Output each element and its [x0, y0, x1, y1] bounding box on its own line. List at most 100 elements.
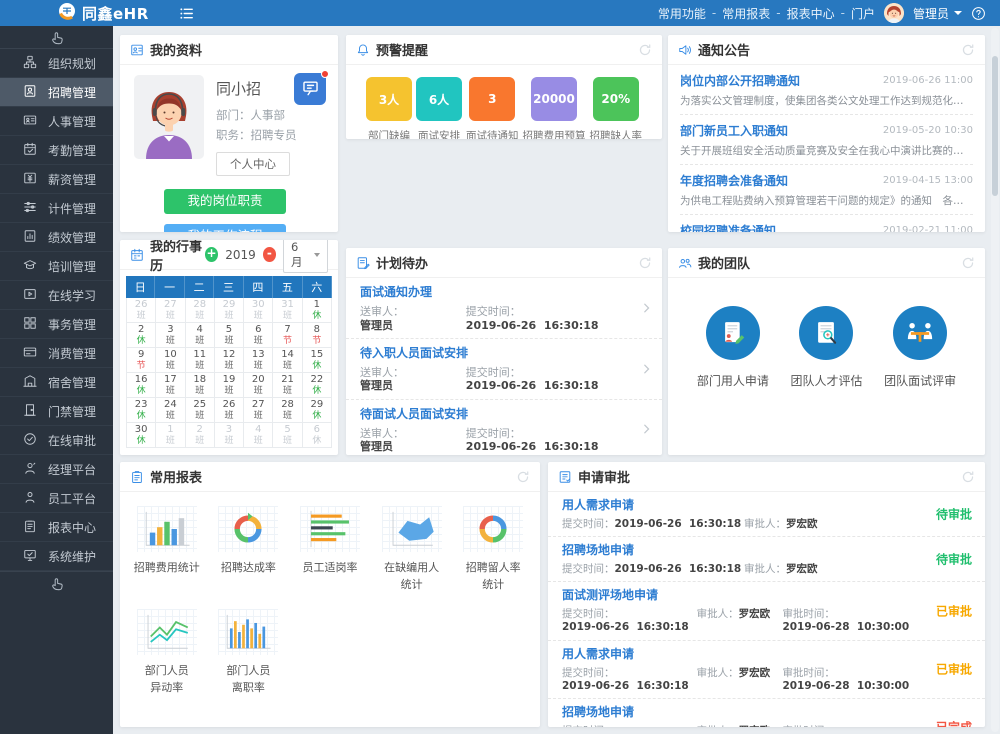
sidebar-item[interactable]: 薪资管理: [0, 165, 113, 194]
approval-item[interactable]: 用人需求申请 提交时间：2019-06-26 16:30:18 审批人：罗宏欧 …: [548, 641, 985, 699]
approval-title[interactable]: 用人需求申请: [562, 498, 634, 513]
calendar-day-cell[interactable]: 13 班: [244, 348, 273, 373]
calendar-day-cell[interactable]: 11 班: [186, 348, 215, 373]
hand-pointer-icon[interactable]: [0, 571, 113, 594]
help-button[interactable]: [971, 6, 986, 21]
sidebar-item[interactable]: 考勤管理: [0, 136, 113, 165]
notice-title[interactable]: 年度招聘会准备通知: [680, 172, 788, 189]
report-area-chart-icon[interactable]: [382, 506, 442, 552]
notice-title[interactable]: 岗位内部公开招聘通知: [680, 72, 800, 89]
approval-item[interactable]: 招聘场地申请 提交时间：2019-06-26 16:30:18 审批人：罗宏欧 …: [548, 699, 985, 727]
user-menu[interactable]: 管理员: [913, 5, 962, 22]
notice-title[interactable]: 部门新员工入职通知: [680, 122, 788, 139]
sidebar-item[interactable]: 培训管理: [0, 252, 113, 281]
staff-request-icon[interactable]: [706, 306, 760, 360]
approval-status-badge[interactable]: 待审批: [936, 551, 972, 568]
calendar-day-cell[interactable]: 1 班: [156, 423, 185, 448]
report-donut-chart-icon[interactable]: [463, 506, 523, 552]
report-bar-chart-icon[interactable]: [137, 506, 197, 552]
todo-item[interactable]: 待面试人员面试安排 送审人：管理员 提交时间：2019-06-26 16:30:…: [346, 400, 662, 455]
talent-evaluation-icon[interactable]: [799, 306, 853, 360]
alert-tile[interactable]: 6人 面试安排: [416, 77, 462, 139]
calendar-day-cell[interactable]: 5 班: [215, 323, 244, 348]
calendar-day-cell[interactable]: 17 班: [156, 373, 185, 398]
approval-status-badge[interactable]: 已审批: [936, 602, 972, 619]
calendar-add-button[interactable]: +: [205, 247, 218, 262]
calendar-day-cell[interactable]: 4 班: [186, 323, 215, 348]
approval-status-badge[interactable]: 待审批: [936, 506, 972, 523]
calendar-day-cell[interactable]: 26 班: [127, 298, 156, 323]
refresh-icon[interactable]: [638, 256, 652, 270]
calendar-subtract-button[interactable]: -: [263, 247, 276, 262]
approval-status-badge[interactable]: 已完成: [936, 719, 972, 727]
calendar-day-cell[interactable]: 26 班: [215, 398, 244, 423]
calendar-day-cell[interactable]: 2 休: [127, 323, 156, 348]
calendar-day-cell[interactable]: 8 节: [303, 323, 332, 348]
topbar-nav-item[interactable]: 门户: [851, 5, 875, 22]
approval-status-badge[interactable]: 已审批: [936, 661, 972, 678]
report-line-chart-icon[interactable]: [137, 609, 197, 655]
my-duties-button[interactable]: 我的岗位职责: [164, 189, 286, 214]
refresh-icon[interactable]: [961, 256, 975, 270]
alert-tile-value[interactable]: 3: [469, 77, 515, 121]
sidebar-item[interactable]: 消费管理: [0, 339, 113, 368]
sidebar-item[interactable]: 员工平台: [0, 484, 113, 513]
alert-tile[interactable]: 3人 部门缺编: [366, 77, 412, 139]
alert-tile-value[interactable]: 20000: [531, 77, 577, 121]
calendar-day-cell[interactable]: 10 班: [156, 348, 185, 373]
sidebar-item[interactable]: 招聘管理: [0, 78, 113, 107]
interview-review-icon[interactable]: [893, 306, 947, 360]
team-shortcut[interactable]: 团队人才评估: [790, 306, 862, 389]
personal-center-button[interactable]: 个人中心: [216, 152, 290, 176]
alert-tile-value[interactable]: 6人: [416, 77, 462, 121]
alert-tile[interactable]: 20% 招聘缺人率: [590, 77, 643, 139]
sidebar-item[interactable]: 计件管理: [0, 194, 113, 223]
report-shortcut[interactable]: 招聘费用统计: [126, 506, 208, 593]
my-workflow-button[interactable]: 我的工作流程: [164, 224, 286, 232]
scrollbar-thumb[interactable]: [992, 56, 998, 196]
calendar-day-cell[interactable]: 20 班: [244, 373, 273, 398]
sidebar-item[interactable]: 门禁管理: [0, 397, 113, 426]
sidebar-item[interactable]: 系统维护: [0, 542, 113, 571]
approval-title[interactable]: 面试测评场地申请: [562, 588, 658, 603]
calendar-day-cell[interactable]: 29 班: [215, 298, 244, 323]
calendar-day-cell[interactable]: 3 班: [156, 323, 185, 348]
calendar-day-cell[interactable]: 24 班: [156, 398, 185, 423]
calendar-day-cell[interactable]: 12 班: [215, 348, 244, 373]
chevron-right-icon[interactable]: [641, 302, 652, 313]
calendar-day-cell[interactable]: 27 班: [156, 298, 185, 323]
sidebar-item[interactable]: 宿舍管理: [0, 368, 113, 397]
list-menu-icon[interactable]: [179, 6, 194, 21]
page-scrollbar[interactable]: [991, 28, 999, 732]
calendar-day-cell[interactable]: 2 班: [186, 423, 215, 448]
calendar-day-cell[interactable]: 23 休: [127, 398, 156, 423]
notice-item[interactable]: 部门新员工入职通知 2019-05-20 10:30 关于开展班组安全活动质量竞…: [680, 115, 973, 165]
calendar-day-cell[interactable]: 29 休: [303, 398, 332, 423]
refresh-icon[interactable]: [638, 43, 652, 57]
approval-item[interactable]: 用人需求申请 提交时间：2019-06-26 16:30:18 审批人：罗宏欧 …: [548, 492, 985, 537]
refresh-icon[interactable]: [961, 43, 975, 57]
user-avatar[interactable]: [884, 3, 904, 23]
todo-title[interactable]: 待入职人员面试安排: [360, 346, 636, 360]
topbar-nav-item[interactable]: 报表中心: [787, 5, 835, 22]
calendar-day-cell[interactable]: 6 班: [244, 323, 273, 348]
calendar-day-cell[interactable]: 5 班: [273, 423, 302, 448]
calendar-day-cell[interactable]: 4 班: [244, 423, 273, 448]
calendar-day-cell[interactable]: 19 班: [215, 373, 244, 398]
notice-item[interactable]: 校园招聘准备通知 2019-02-21 11:00 要进一步加强供用电合同管理，…: [680, 215, 973, 232]
sidebar-item[interactable]: 组织规划: [0, 49, 113, 78]
report-shortcut[interactable]: 部门人员 异动率: [126, 609, 208, 696]
sidebar-item[interactable]: 在线学习: [0, 281, 113, 310]
approval-title[interactable]: 招聘场地申请: [562, 705, 634, 720]
todo-title[interactable]: 面试通知办理: [360, 285, 636, 299]
report-shortcut[interactable]: 员工适岗率: [289, 506, 371, 593]
calendar-day-cell[interactable]: 9 节: [127, 348, 156, 373]
notice-item[interactable]: 年度招聘会准备通知 2019-04-15 13:00 为供电工程贴费纳入预算管理…: [680, 165, 973, 215]
calendar-day-cell[interactable]: 3 班: [215, 423, 244, 448]
sidebar-item[interactable]: 人事管理: [0, 107, 113, 136]
report-donut-arrow-icon[interactable]: [218, 506, 278, 552]
approval-title[interactable]: 用人需求申请: [562, 647, 634, 662]
calendar-day-cell[interactable]: 7 节: [273, 323, 302, 348]
calendar-day-cell[interactable]: 15 休: [303, 348, 332, 373]
notice-item[interactable]: 岗位内部公开招聘通知 2019-06-26 11:00 为落实公文管理制度，使集…: [680, 65, 973, 115]
